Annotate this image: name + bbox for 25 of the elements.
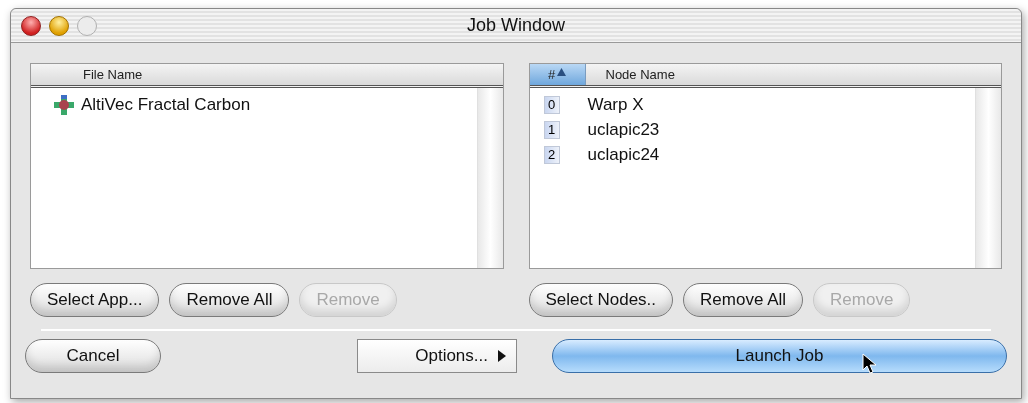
- options-popup[interactable]: Options...: [357, 339, 517, 373]
- node-index: 1: [543, 120, 560, 139]
- mouse-pointer-icon: [862, 353, 878, 375]
- sort-ascending-icon: [557, 67, 567, 76]
- pill-button[interactable]: Select Nodes..: [528, 283, 674, 317]
- table-row[interactable]: uclapic24: [587, 141, 660, 168]
- close-button[interactable]: [21, 15, 41, 36]
- launch-job-button[interactable]: Launch Job: [552, 339, 1007, 373]
- triangle-right-icon: [498, 350, 506, 362]
- column-header[interactable]: Node Name: [585, 64, 1001, 85]
- node-index: 2: [543, 145, 560, 164]
- table-row[interactable]: uclapic23: [587, 116, 660, 143]
- app-icon: [53, 93, 75, 116]
- column-header[interactable]: File Name: [31, 64, 503, 85]
- table-row[interactable]: Warp X: [587, 91, 644, 118]
- pill-button[interactable]: Cancel: [25, 339, 161, 373]
- pill-button[interactable]: Remove All: [169, 283, 290, 317]
- zoom-button[interactable]: [77, 15, 97, 36]
- minimize-button[interactable]: [49, 15, 69, 36]
- pill-button[interactable]: Remove All: [683, 283, 804, 317]
- node-index: 0: [543, 95, 560, 114]
- window-title: Job Window: [465, 14, 566, 37]
- pill-button[interactable]: Select App...: [30, 283, 160, 317]
- table-row[interactable]: AltiVec Fractal Carbon: [81, 91, 251, 118]
- column-header[interactable]: #: [529, 64, 586, 85]
